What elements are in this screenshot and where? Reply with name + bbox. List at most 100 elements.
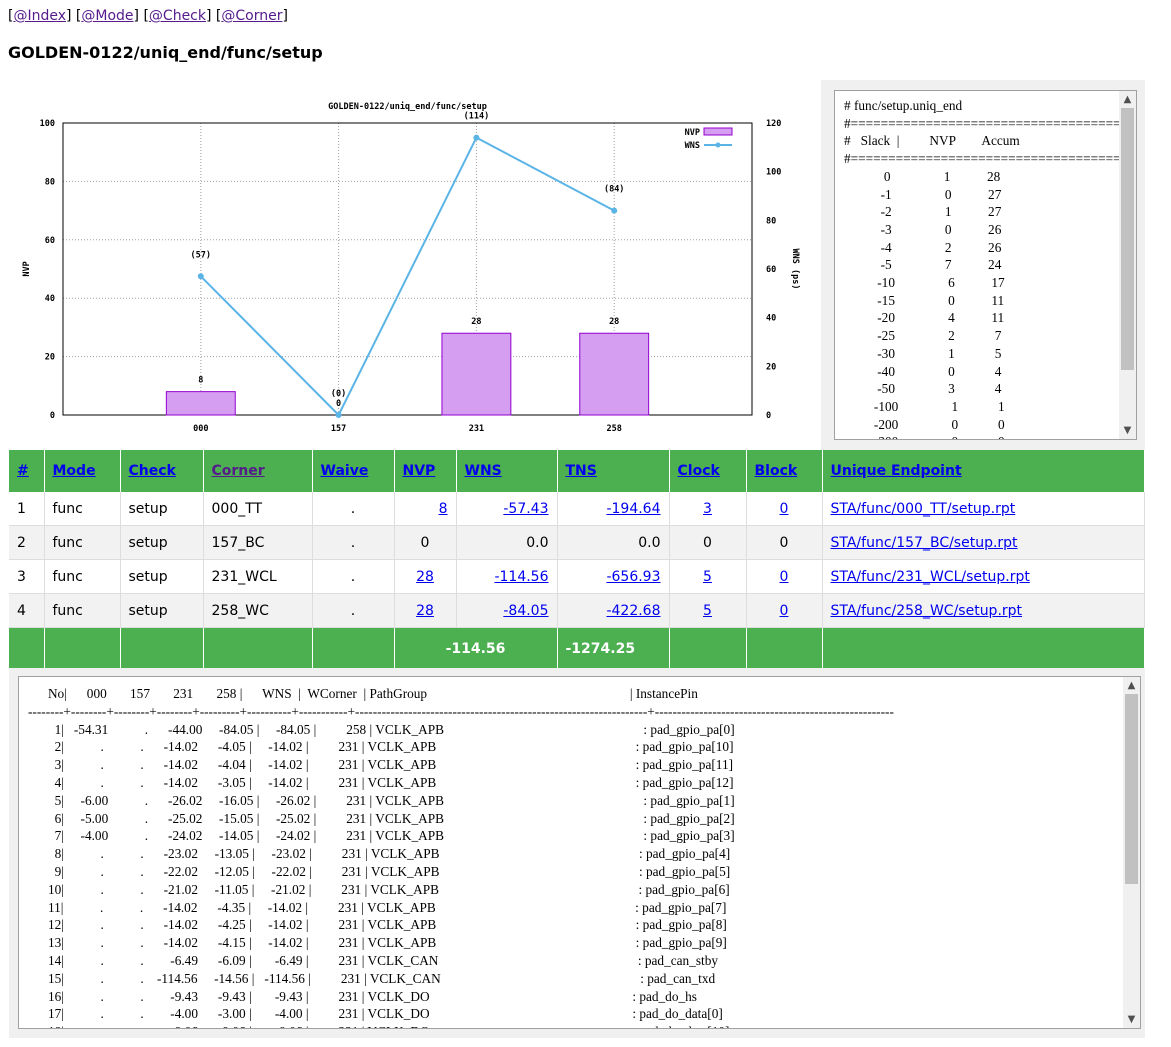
row-mode: func	[44, 492, 121, 526]
bar-data-label: 28	[609, 317, 619, 327]
col-nvp-link[interactable]: NVP	[403, 463, 436, 479]
mode-link[interactable]: @Mode	[81, 8, 133, 24]
legend-swatch	[703, 127, 733, 136]
col-clock-link[interactable]: Clock	[678, 463, 720, 479]
scroll-up-icon[interactable]: ▲	[1119, 91, 1136, 108]
row-block-link[interactable]: 0	[780, 501, 789, 517]
corner-summary-table: # Mode Check Corner Waive NVP WNS TNS Cl…	[9, 450, 1145, 671]
legend-swatch	[715, 142, 721, 148]
row-tns-link[interactable]: -656.93	[606, 569, 660, 585]
row-endpoint-link[interactable]: STA/func/157_BC/setup.rpt	[831, 535, 1018, 551]
row-waive: .	[312, 559, 395, 594]
row-corner: 231_WCL	[203, 559, 313, 594]
scroll-thumb[interactable]	[1121, 108, 1134, 370]
scroll-up-icon[interactable]: ▲	[1123, 677, 1140, 694]
total-tns: -1274.25	[557, 627, 670, 671]
endpoint-detail-box[interactable]: No| 000 157 231 258 | WNS | WCorner | Pa…	[18, 676, 1141, 1029]
col-corner-link[interactable]: Corner	[212, 463, 265, 479]
row-check: setup	[120, 492, 204, 526]
row-tns-link[interactable]: -194.64	[606, 501, 660, 517]
row-num: 4	[9, 593, 45, 628]
wns-point	[197, 273, 204, 280]
row-check: setup	[120, 559, 204, 594]
endpoint-detail-scrollbar[interactable]: ▲ ▼	[1123, 677, 1140, 1028]
wns-point	[335, 412, 342, 418]
slack-histogram-scrollbar[interactable]: ▲ ▼	[1119, 91, 1136, 439]
row-wns-link[interactable]: -57.43	[503, 501, 548, 517]
row-clock-link[interactable]: 5	[703, 569, 712, 585]
legend-label: WNS	[685, 141, 700, 151]
row-nvp-link[interactable]: 28	[416, 569, 434, 585]
y-tick-label: 60	[45, 236, 55, 246]
row-wns-link[interactable]: -114.56	[494, 569, 548, 585]
legend-label: NVP	[685, 128, 700, 138]
row-waive: .	[312, 525, 395, 560]
row-mode: func	[44, 525, 121, 560]
index-link[interactable]: @Index	[13, 8, 66, 24]
row-nvp: 0	[394, 525, 457, 560]
y2-tick-label: 40	[766, 314, 776, 324]
y-tick-label: 80	[45, 177, 55, 187]
nav-links: [@Index] [@Mode] [@Check] [@Corner]	[8, 8, 288, 24]
row-clock-link[interactable]: 3	[703, 501, 712, 517]
table-row: 4 func setup 258_WC . 28 -84.05 -422.68 …	[9, 593, 1145, 628]
row-wns: 0.0	[456, 525, 558, 560]
wns-point	[611, 207, 618, 214]
corner-link[interactable]: @Corner	[221, 8, 282, 24]
y2-tick-label: 20	[766, 362, 776, 372]
scroll-down-icon[interactable]: ▼	[1119, 422, 1136, 439]
wns-line	[200, 136, 615, 417]
row-num: 2	[9, 525, 45, 560]
col-check-link[interactable]: Check	[129, 463, 176, 479]
col-wns-link[interactable]: WNS	[465, 463, 502, 479]
row-clock-link[interactable]: 5	[703, 603, 712, 619]
row-mode: func	[44, 559, 121, 594]
table-header-row: # Mode Check Corner Waive NVP WNS TNS Cl…	[9, 450, 1145, 492]
row-block-link[interactable]: 0	[780, 603, 789, 619]
y-axis-label: NVP	[22, 261, 32, 276]
total-wns: -114.56	[394, 627, 558, 671]
row-endpoint-link[interactable]: STA/func/231_WCL/setup.rpt	[831, 569, 1030, 585]
col-num-link[interactable]: #	[17, 463, 29, 479]
col-endpoint-link[interactable]: Unique Endpoint	[831, 463, 962, 479]
y2-tick-label: 60	[766, 265, 776, 275]
row-block: 0	[746, 525, 823, 560]
x-tick-label: 157	[331, 424, 346, 434]
col-tns-link[interactable]: TNS	[566, 463, 597, 479]
x-tick-label: 258	[607, 424, 622, 434]
row-wns-link[interactable]: -84.05	[503, 603, 548, 619]
row-nvp-link[interactable]: 28	[416, 603, 434, 619]
col-waive-link[interactable]: Waive	[321, 463, 369, 479]
bar-data-label: 0	[336, 399, 341, 409]
col-block-link[interactable]: Block	[755, 463, 798, 479]
scroll-down-icon[interactable]: ▼	[1123, 1011, 1140, 1028]
col-mode-link[interactable]: Mode	[53, 463, 96, 479]
check-link[interactable]: @Check	[149, 8, 206, 24]
table-row: 3 func setup 231_WCL . 28 -114.56 -656.9…	[9, 559, 1145, 594]
row-corner: 000_TT	[203, 492, 313, 526]
y2-axis-label: WNS (ps)	[790, 249, 800, 290]
slack-histogram-box[interactable]: # func/setup.uniq_end #=================…	[834, 90, 1137, 440]
row-nvp-link[interactable]: 8	[439, 501, 448, 517]
chart-container: 0 20 40 60 80 100 0 20 40 60 80 100 120 000 157 231 258 8…	[9, 80, 821, 450]
row-corner: 157_BC	[203, 525, 313, 560]
y2-tick-label: 100	[766, 168, 781, 178]
row-block-link[interactable]: 0	[780, 569, 789, 585]
nvp-wns-chart: 020406080100020406080100120000 157 231 2588…	[22, 101, 800, 434]
table-total-row: -114.56 -1274.25	[9, 627, 1145, 671]
wns-point	[473, 134, 480, 141]
row-endpoint-link[interactable]: STA/func/000_TT/setup.rpt	[831, 501, 1016, 517]
row-waive: .	[312, 593, 395, 628]
row-tns-link[interactable]: -422.68	[606, 603, 660, 619]
line-data-label: (84)	[604, 185, 624, 195]
chart-title: GOLDEN-0122/uniq_end/func/setup	[328, 101, 487, 112]
line-data-label: (114)	[464, 112, 490, 122]
scroll-thumb[interactable]	[1125, 694, 1138, 884]
bar-data-label: 8	[198, 376, 203, 386]
page-title: GOLDEN-0122/uniq_end/func/setup	[8, 43, 323, 62]
y2-tick-label: 120	[766, 119, 781, 129]
row-endpoint-link[interactable]: STA/func/258_WC/setup.rpt	[831, 603, 1023, 619]
row-check: setup	[120, 593, 204, 628]
endpoint-detail-text: No| 000 157 231 258 | WNS | WCorner | Pa…	[28, 686, 894, 1028]
nvp-bar	[579, 332, 650, 416]
